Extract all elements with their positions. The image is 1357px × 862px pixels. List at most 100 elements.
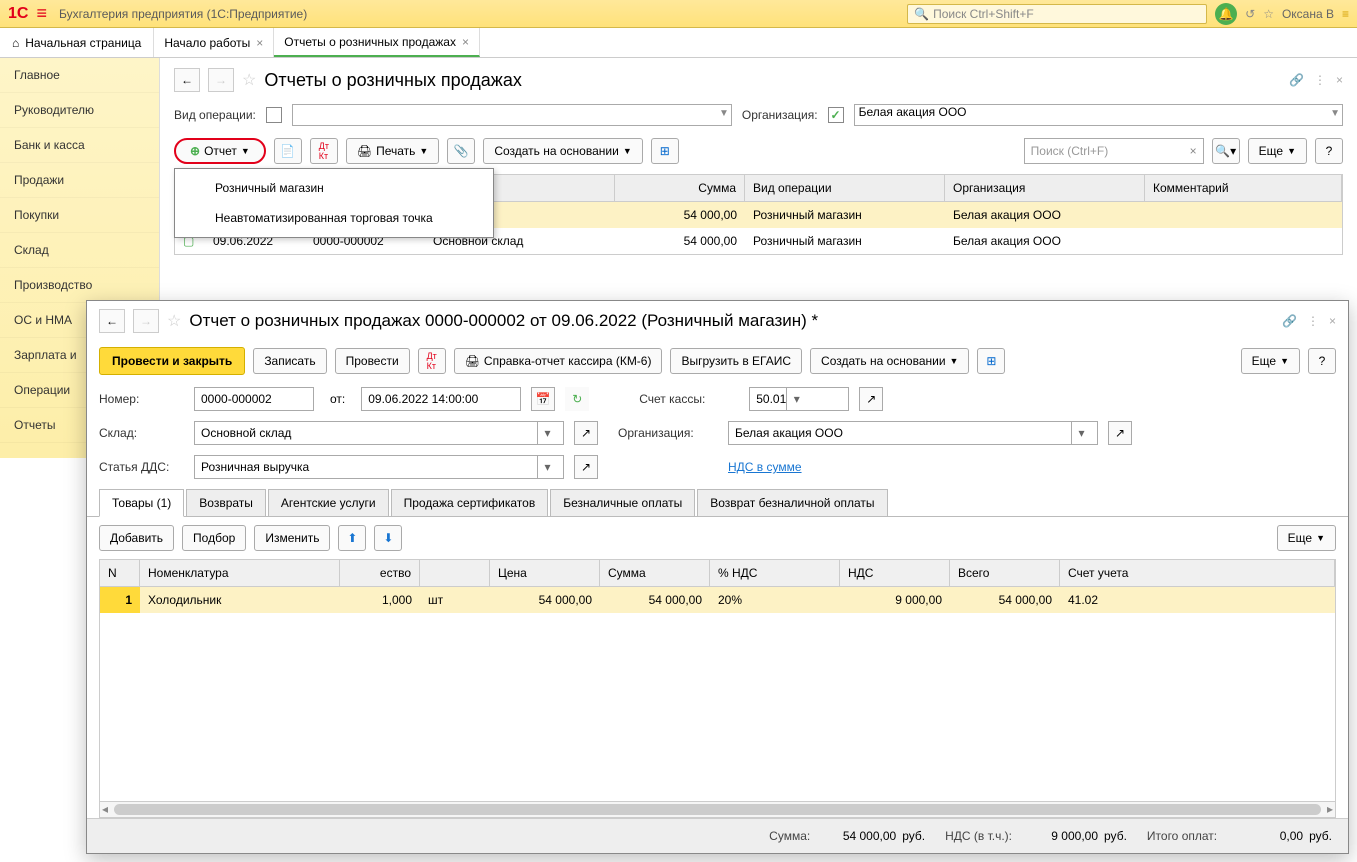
edit-button[interactable]: Изменить — [254, 525, 330, 551]
sidebar-bank[interactable]: Банк и касса — [0, 128, 159, 163]
col-sum[interactable]: Сумма — [615, 175, 745, 201]
col-nds[interactable]: НДС — [840, 560, 950, 586]
history-icon[interactable]: ↺ — [1245, 7, 1255, 21]
doc-create-based-button[interactable]: Создать на основании ▼ — [810, 348, 969, 374]
move-up-icon[interactable]: ⬆ — [338, 525, 366, 551]
horizontal-scrollbar[interactable]: ◂ ▸ — [99, 802, 1336, 818]
account-input[interactable]: 50.01▾ — [749, 387, 849, 411]
help-button[interactable]: ? — [1315, 138, 1343, 164]
kebab-icon[interactable]: ⋮ — [1314, 73, 1326, 87]
footer-sum-value: 54 000,00 — [816, 829, 896, 843]
report-button[interactable]: ⊕ Отчет ▼ — [174, 138, 266, 164]
number-input[interactable]: 0000-000002 — [194, 387, 314, 411]
close-icon[interactable]: × — [256, 36, 263, 50]
tab-returns[interactable]: Возвраты — [186, 489, 266, 517]
tab-retail-reports[interactable]: Отчеты о розничных продажах × — [274, 28, 480, 57]
sidebar-production[interactable]: Производство — [0, 268, 159, 303]
star-icon[interactable]: ☆ — [1263, 7, 1274, 21]
refresh-icon[interactable]: ↻ — [565, 387, 589, 411]
kebab-icon[interactable]: ⋮ — [1307, 314, 1319, 328]
col-nomenclature[interactable]: Номенклатура — [140, 560, 340, 586]
structure-button[interactable]: ⊞ — [977, 348, 1005, 374]
doc-more-button[interactable]: Еще ▼ — [1241, 348, 1300, 374]
col-unit[interactable] — [420, 560, 490, 586]
col-sum[interactable]: Сумма — [600, 560, 710, 586]
sidebar-sales[interactable]: Продажи — [0, 163, 159, 198]
filter-op-checkbox[interactable] — [266, 107, 282, 123]
col-comment[interactable]: Комментарий — [1145, 175, 1342, 201]
sidebar-manager[interactable]: Руководителю — [0, 93, 159, 128]
copy-button[interactable]: 📄 — [274, 138, 302, 164]
col-account[interactable]: Счет учета — [1060, 560, 1335, 586]
col-total[interactable]: Всего — [950, 560, 1060, 586]
dt-kt-button[interactable]: ДтКт — [418, 348, 446, 374]
open-icon[interactable]: ↗ — [1108, 421, 1132, 445]
open-icon[interactable]: ↗ — [859, 387, 883, 411]
create-based-button[interactable]: Создать на основании ▼ — [483, 138, 642, 164]
link-icon[interactable]: 🔗 — [1289, 73, 1304, 87]
write-button[interactable]: Записать — [253, 348, 326, 374]
customize-icon[interactable]: ≡ — [1342, 7, 1349, 21]
tab-cashless[interactable]: Безналичные оплаты — [550, 489, 695, 517]
nds-link[interactable]: НДС в сумме — [728, 460, 802, 474]
open-icon[interactable]: ↗ — [574, 421, 598, 445]
date-input[interactable]: 09.06.2022 14:00:00 — [361, 387, 521, 411]
move-down-icon[interactable]: ⬇ — [374, 525, 402, 551]
global-search[interactable]: 🔍 Поиск Ctrl+Shift+F — [907, 4, 1207, 24]
home-tab[interactable]: ⌂ Начальная страница — [0, 28, 154, 57]
search-button[interactable]: 🔍▾ — [1212, 138, 1240, 164]
org-input[interactable]: Белая акация ООО▾ — [728, 421, 1098, 445]
close-icon[interactable]: × — [1336, 73, 1343, 87]
close-icon[interactable]: × — [1329, 314, 1336, 328]
sklad-input[interactable]: Основной склад▾ — [194, 421, 564, 445]
filter-org-select[interactable]: Белая акация ООО▼ — [854, 104, 1343, 126]
col-org[interactable]: Организация — [945, 175, 1145, 201]
link-icon[interactable]: 🔗 — [1282, 314, 1297, 328]
calendar-icon[interactable]: 📅 — [531, 387, 555, 411]
col-qty[interactable]: ество — [340, 560, 420, 586]
filter-org-checkbox[interactable] — [828, 107, 844, 123]
sidebar-main[interactable]: Главное — [0, 58, 159, 93]
more-button[interactable]: Еще ▼ — [1248, 138, 1307, 164]
nav-back[interactable]: ← — [174, 68, 200, 92]
open-icon[interactable]: ↗ — [574, 455, 598, 479]
structure-button[interactable]: ⊞ — [651, 138, 679, 164]
attach-button[interactable]: 📎 — [447, 138, 475, 164]
col-n[interactable]: N — [100, 560, 140, 586]
user-name[interactable]: Оксана В — [1282, 7, 1334, 21]
clear-icon[interactable]: × — [1190, 144, 1197, 158]
doc-nav-back[interactable]: ← — [99, 309, 125, 333]
filter-op-select[interactable]: ▼ — [292, 104, 732, 126]
pick-button[interactable]: Подбор — [182, 525, 246, 551]
post-close-button[interactable]: Провести и закрыть — [99, 347, 245, 375]
add-button[interactable]: Добавить — [99, 525, 174, 551]
report-dropdown: Розничный магазин Неавтоматизированная т… — [174, 168, 494, 238]
km6-button[interactable]: 🖨 Справка-отчет кассира (КМ-6) — [454, 348, 663, 374]
items-row[interactable]: 1 Холодильник 1,000 шт 54 000,00 54 000,… — [100, 587, 1335, 613]
dds-input[interactable]: Розничная выручка▾ — [194, 455, 564, 479]
bell-icon[interactable]: 🔔 — [1215, 3, 1237, 25]
tab-cashless-return[interactable]: Возврат безналичной оплаты — [697, 489, 887, 517]
sidebar-warehouse[interactable]: Склад — [0, 233, 159, 268]
sidebar-purchases[interactable]: Покупки — [0, 198, 159, 233]
col-price[interactable]: Цена — [490, 560, 600, 586]
star-icon[interactable]: ☆ — [242, 70, 256, 90]
col-ndspct[interactable]: % НДС — [710, 560, 840, 586]
tab-certs[interactable]: Продажа сертификатов — [391, 489, 549, 517]
dropdown-non-auto[interactable]: Неавтоматизированная торговая точка — [175, 203, 493, 233]
print-button[interactable]: 🖨 Печать ▼ — [346, 138, 439, 164]
star-icon[interactable]: ☆ — [167, 311, 181, 331]
help-button[interactable]: ? — [1308, 348, 1336, 374]
dt-kt-button[interactable]: ДтКт — [310, 138, 338, 164]
tab-agent[interactable]: Агентские услуги — [268, 489, 389, 517]
post-button[interactable]: Провести — [335, 348, 410, 374]
dropdown-retail-store[interactable]: Розничный магазин — [175, 173, 493, 203]
egais-button[interactable]: Выгрузить в ЕГАИС — [670, 348, 802, 374]
items-more-button[interactable]: Еще ▼ — [1277, 525, 1336, 551]
tab-goods[interactable]: Товары (1) — [99, 489, 184, 517]
tab-start[interactable]: Начало работы × — [154, 28, 274, 57]
col-operation[interactable]: Вид операции — [745, 175, 945, 201]
menu-icon[interactable]: ≡ — [36, 3, 47, 24]
close-icon[interactable]: × — [462, 35, 469, 49]
list-search[interactable]: Поиск (Ctrl+F) × — [1024, 138, 1204, 164]
